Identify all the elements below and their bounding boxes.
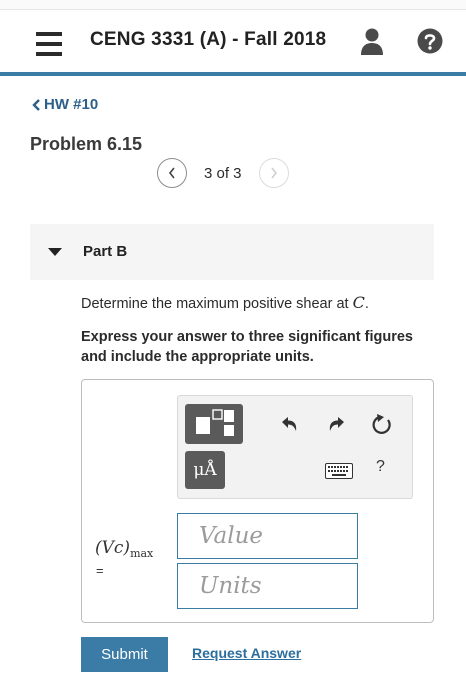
answer-variable-main: (Vc) xyxy=(95,538,131,558)
chevron-left-icon xyxy=(168,167,175,179)
back-to-assignment-link[interactable]: HW #10 xyxy=(30,96,98,113)
user-icon[interactable] xyxy=(360,28,384,56)
answer-variable-subscript: max xyxy=(130,547,154,560)
app-header: CENG 3331 (A) - Fall 2018 xyxy=(0,10,466,72)
units-button[interactable]: μÅ xyxy=(185,451,225,489)
undo-icon[interactable] xyxy=(279,415,299,433)
request-answer-link[interactable]: Request Answer xyxy=(192,645,301,661)
reset-icon[interactable] xyxy=(371,412,393,436)
next-problem-button[interactable] xyxy=(258,158,289,188)
redo-icon[interactable] xyxy=(327,415,347,433)
part-label: Part B xyxy=(83,243,128,260)
chevron-left-icon xyxy=(32,98,40,111)
answer-variable-label: (Vc)max xyxy=(95,538,153,560)
pager-position: 3 of 3 xyxy=(204,164,242,182)
problem-pager: 3 of 3 xyxy=(157,158,289,188)
problem-title: Problem 6.15 xyxy=(30,134,143,154)
units-input[interactable]: Units xyxy=(177,563,358,609)
templates-icon xyxy=(196,409,234,436)
chevron-right-icon xyxy=(270,167,277,179)
submit-button[interactable]: Submit xyxy=(81,637,168,672)
hamburger-menu-icon[interactable] xyxy=(36,32,62,56)
top-edge xyxy=(0,0,466,10)
back-link-label: HW #10 xyxy=(44,96,99,113)
answer-box: μÅ ? (Vc)max = Value Units xyxy=(81,379,434,623)
question-variable: C xyxy=(352,293,365,312)
question-text-after: . xyxy=(364,296,369,312)
question-text: Determine the maximum positive shear at … xyxy=(81,293,369,312)
equals-sign: = xyxy=(96,563,104,578)
answer-instructions: Express your answer to three significant… xyxy=(81,329,413,365)
math-toolbar: μÅ ? xyxy=(177,395,413,499)
question-text-before: Determine the maximum positive shear at xyxy=(81,296,353,312)
help-circle-icon[interactable] xyxy=(417,28,443,54)
keyboard-icon[interactable] xyxy=(325,463,353,479)
header-divider xyxy=(0,72,466,76)
math-help-button[interactable]: ? xyxy=(376,458,385,476)
previous-problem-button[interactable] xyxy=(157,158,187,188)
part-b-header[interactable]: Part B xyxy=(30,224,434,280)
value-input[interactable]: Value xyxy=(177,513,358,559)
course-title: CENG 3331 (A) - Fall 2018 xyxy=(90,29,327,50)
caret-down-icon xyxy=(48,248,62,256)
templates-button[interactable] xyxy=(185,404,243,444)
